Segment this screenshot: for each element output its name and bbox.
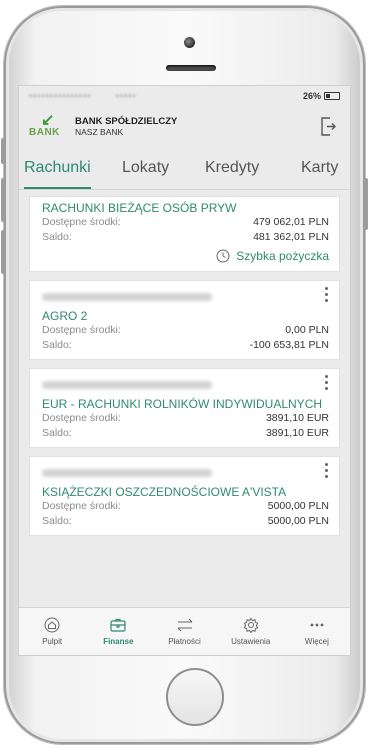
battery-percent: 26%	[302, 91, 321, 101]
account-card[interactable]: AGRO 2 Dostępne środki: 0,00 PLN Saldo: …	[29, 280, 340, 360]
bank-logo: ↙ BANK	[29, 112, 69, 138]
more-options-icon[interactable]	[325, 375, 329, 390]
nav-wiecej[interactable]: Więcej	[284, 608, 350, 655]
app-screen: ••••••••••••••• ••••• 26% ↙ BANK BANK SP…	[18, 85, 351, 656]
available-label: Dostępne środki:	[42, 500, 121, 512]
balance-value: 3891,10 EUR	[265, 427, 329, 439]
available-value: 3891,10 EUR	[265, 412, 329, 424]
accounts-list: RACHUNKI BIEŻĄCE OSÓB PRYW Dostępne środ…	[19, 190, 350, 536]
available-label: Dostępne środki:	[42, 324, 121, 336]
balance-value: 5000,00 PLN	[267, 515, 329, 527]
available-row: Dostępne środki: 479 062,01 PLN	[42, 215, 329, 230]
quick-loan-label: Szybka pożyczka	[236, 249, 329, 263]
account-number-blurred	[42, 469, 212, 477]
app-header: ↙ BANK BANK SPÓŁDZIELCZY NASZ BANK	[19, 106, 350, 146]
available-row: Dostępne środki: 5000,00 PLN	[42, 499, 329, 514]
earpiece-speaker	[166, 65, 216, 71]
account-tabs: Rachunki Lokaty Kredyty Karty	[19, 146, 350, 190]
nav-finanse[interactable]: Finanse	[85, 608, 151, 655]
balance-label: Saldo:	[42, 515, 72, 527]
available-value: 479 062,01 PLN	[253, 216, 329, 228]
tab-karty[interactable]: Karty	[301, 159, 338, 189]
logout-icon[interactable]	[320, 117, 336, 136]
nav-label: Ustawienia	[231, 637, 271, 646]
logo-arrow-icon: ↙	[41, 112, 55, 129]
available-label: Dostępne środki:	[42, 412, 121, 424]
available-value: 5000,00 PLN	[267, 500, 329, 512]
bank-name: BANK SPÓŁDZIELCZY NASZ BANK	[75, 116, 177, 137]
home-icon	[44, 617, 60, 633]
balance-label: Saldo:	[42, 339, 72, 351]
nav-pulpit[interactable]: Pulpit	[19, 608, 85, 655]
clock-icon	[216, 249, 230, 263]
available-row: Dostępne środki: 3891,10 EUR	[42, 411, 329, 426]
quick-loan-link[interactable]: Szybka pożyczka	[42, 249, 329, 265]
bank-name-line1: BANK SPÓŁDZIELCZY	[75, 115, 178, 127]
account-name: RACHUNKI BIEŻĄCE OSÓB PRYW	[42, 201, 237, 215]
gear-icon	[243, 617, 259, 633]
balance-value: 481 362,01 PLN	[253, 231, 329, 243]
battery-icon	[324, 92, 340, 100]
volume-down-button	[1, 230, 5, 274]
tab-kredyty[interactable]: Kredyty	[205, 159, 259, 189]
balance-row: Saldo: 3891,10 EUR	[42, 426, 329, 441]
nav-label: Finanse	[103, 637, 134, 646]
account-number-blurred	[42, 293, 212, 301]
bank-name-line2: NASZ BANK	[75, 126, 124, 137]
nav-label: Pulpit	[42, 637, 63, 646]
tab-lokaty[interactable]: Lokaty	[122, 159, 169, 189]
tab-rachunki[interactable]: Rachunki	[24, 159, 91, 189]
nav-ustawienia[interactable]: Ustawienia	[218, 608, 284, 655]
balance-row: Saldo: -100 653,81 PLN	[42, 338, 329, 353]
balance-label: Saldo:	[42, 427, 72, 439]
home-button[interactable]	[166, 668, 224, 726]
available-label: Dostępne środki:	[42, 216, 121, 228]
power-button	[364, 178, 368, 230]
more-options-icon[interactable]	[325, 463, 329, 478]
balance-value: -100 653,81 PLN	[249, 339, 329, 351]
nav-label: Więcej	[304, 637, 329, 646]
bottom-navigation: Pulpit Finanse Płatności Ustawienia Więc…	[19, 607, 350, 655]
logo-text: BANK	[29, 127, 60, 138]
balance-row: Saldo: 481 362,01 PLN	[42, 230, 329, 245]
status-blurred-info: ••••••••••••••• •••••	[29, 91, 137, 101]
nav-platnosci[interactable]: Płatności	[151, 608, 217, 655]
status-battery: 26%	[303, 91, 340, 101]
wallet-icon	[110, 618, 126, 632]
account-card[interactable]: KSIĄŻECZKI OSZCZEDNOŚCIOWE A'VISTA Dostę…	[29, 456, 340, 536]
available-row: Dostępne środki: 0,00 PLN	[42, 323, 329, 338]
balance-row: Saldo: 5000,00 PLN	[42, 514, 329, 529]
more-dots-icon	[310, 623, 324, 627]
more-options-icon[interactable]	[325, 287, 329, 302]
account-card[interactable]: EUR - RACHUNKI ROLNIKÓW INDYWIDUALNYCH D…	[29, 368, 340, 448]
front-camera	[184, 37, 195, 48]
nav-label: Płatności	[168, 637, 201, 646]
account-name: EUR - RACHUNKI ROLNIKÓW INDYWIDUALNYCH	[42, 397, 323, 411]
volume-up-button	[1, 178, 5, 222]
account-name: KSIĄŻECZKI OSZCZEDNOŚCIOWE A'VISTA	[42, 485, 287, 499]
account-card[interactable]: RACHUNKI BIEŻĄCE OSÓB PRYW Dostępne środ…	[29, 196, 340, 272]
balance-label: Saldo:	[42, 231, 72, 243]
transfer-arrows-icon	[177, 618, 192, 632]
available-value: 0,00 PLN	[285, 324, 329, 336]
account-number-blurred	[42, 381, 212, 389]
account-name: AGRO 2	[42, 309, 88, 323]
status-bar: ••••••••••••••• ••••• 26%	[19, 86, 350, 106]
mute-switch	[1, 138, 5, 164]
